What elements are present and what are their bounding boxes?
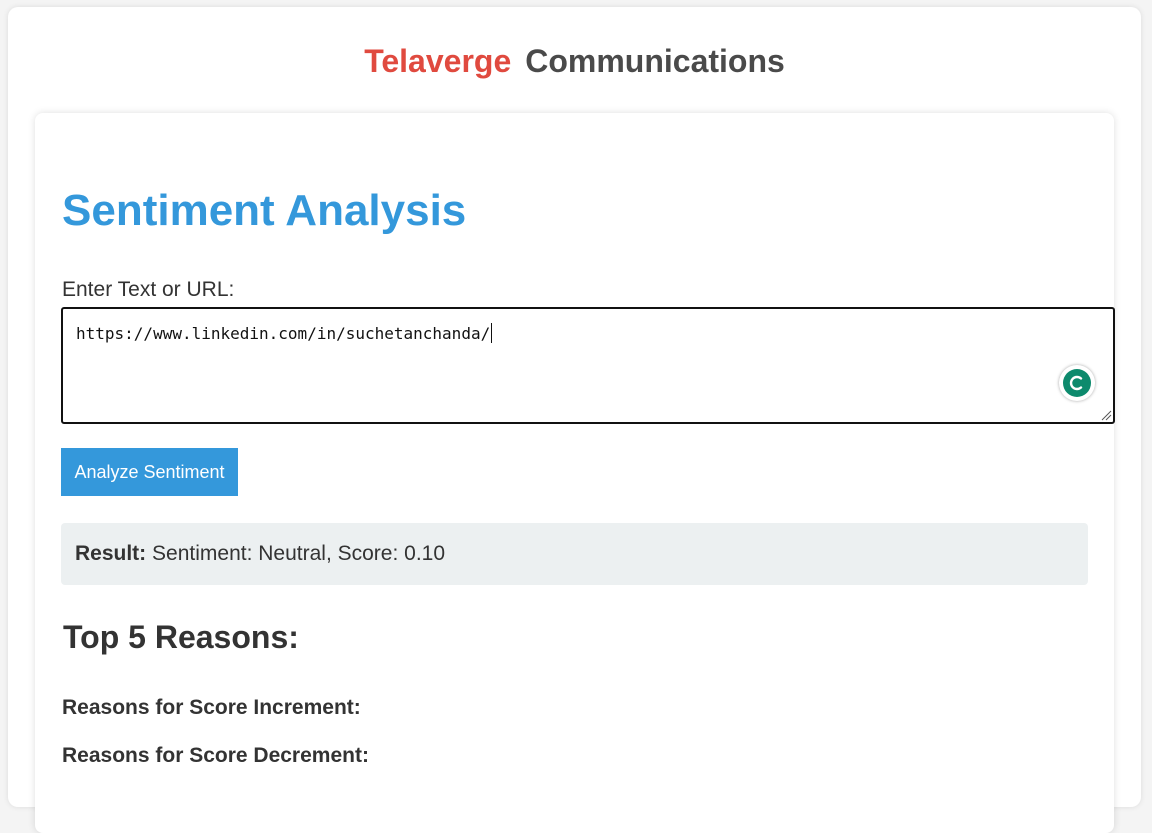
text-caret <box>491 323 493 343</box>
input-label: Enter Text or URL: <box>62 278 235 301</box>
increment-reasons-heading: Reasons for Score Increment: <box>62 696 361 719</box>
page-container: Telaverge Communications Sentiment Analys… <box>8 7 1141 833</box>
result-label: Result: <box>75 542 147 565</box>
input-value: https://www.linkedin.com/in/suchetanchan… <box>76 323 493 343</box>
brand-name-secondary: Communications <box>525 43 785 79</box>
text-url-input[interactable]: https://www.linkedin.com/in/suchetanchan… <box>61 307 1115 424</box>
page-title: Sentiment Analysis <box>62 186 467 235</box>
brand-header: Telaverge Communications <box>8 41 1141 81</box>
result-text: Sentiment: Neutral, Score: 0.10 <box>152 542 446 565</box>
decrement-reasons-heading: Reasons for Score Decrement: <box>62 744 369 767</box>
analyze-sentiment-button[interactable]: Analyze Sentiment <box>61 448 238 496</box>
brand-name-primary: Telaverge <box>364 43 512 79</box>
resize-handle-icon[interactable] <box>1100 409 1112 421</box>
analysis-card: Sentiment Analysis Enter Text or URL: ht… <box>35 113 1115 833</box>
result-box: Result: Sentiment: Neutral, Score: 0.10 <box>61 523 1088 585</box>
grammar-assistant-icon[interactable] <box>1059 365 1095 401</box>
reasons-title: Top 5 Reasons: <box>63 619 299 655</box>
result-line: Result: Sentiment: Neutral, Score: 0.10 <box>75 542 445 566</box>
